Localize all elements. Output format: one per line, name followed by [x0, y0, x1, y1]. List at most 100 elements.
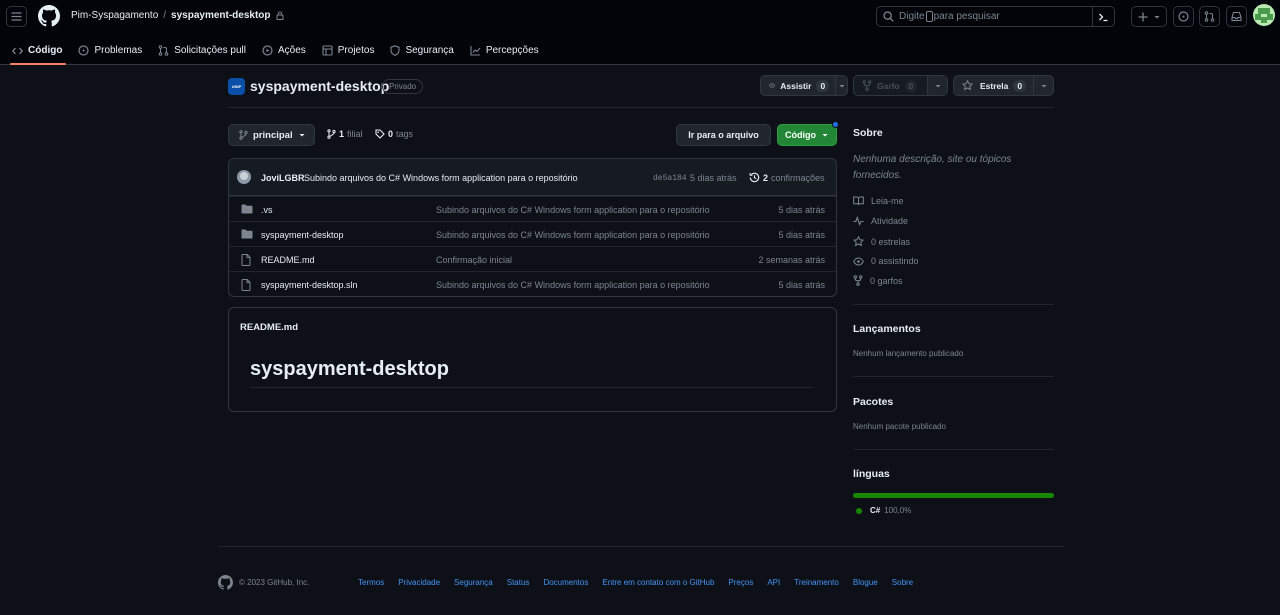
- book-icon: [853, 196, 864, 206]
- go-to-file-button[interactable]: Ir para o arquivo: [676, 124, 771, 146]
- footer-copyright: © 2023 GitHub, Inc.: [239, 578, 310, 587]
- pull-request-icon: [158, 45, 169, 56]
- table-row[interactable]: .vs Subindo arquivos do C# Windows form …: [229, 196, 836, 221]
- commit-count: 2: [763, 172, 769, 183]
- chevron-down-icon: [1154, 15, 1159, 18]
- branch-name: principal: [253, 129, 293, 141]
- tab-actions[interactable]: Ações: [254, 36, 314, 65]
- file-name[interactable]: README.md: [261, 255, 315, 265]
- file-icon: [241, 254, 251, 266]
- watchers-link[interactable]: 0 assistindo: [853, 256, 919, 266]
- file-name[interactable]: syspayment-desktop.sln: [261, 280, 358, 290]
- packages-title[interactable]: Pacotes: [853, 396, 1054, 408]
- commit-count-label: confirmações: [771, 172, 825, 183]
- star-dropdown[interactable]: [1033, 76, 1053, 95]
- activity-link[interactable]: Atividade: [853, 216, 908, 226]
- tab-security[interactable]: Segurança: [382, 36, 461, 65]
- table-row[interactable]: syspayment-desktop Subindo arquivos do C…: [229, 221, 836, 246]
- stars-link[interactable]: 0 estrelas: [853, 236, 910, 247]
- issue-icon: [1178, 11, 1189, 22]
- github-logo[interactable]: [38, 5, 60, 27]
- commit-message[interactable]: Subindo arquivos do C# Windows form appl…: [304, 173, 578, 183]
- watch-dropdown[interactable]: [835, 76, 847, 95]
- create-new-button[interactable]: [1131, 6, 1167, 27]
- footer-link-status[interactable]: Status: [507, 578, 530, 587]
- issues-button[interactable]: [1173, 6, 1194, 27]
- forks-link[interactable]: 0 garfos: [853, 275, 903, 286]
- folder-icon: [241, 204, 253, 214]
- readme-filename[interactable]: README.md: [240, 322, 298, 333]
- footer-link-privacy[interactable]: Privacidade: [398, 578, 440, 587]
- pull-requests-button[interactable]: [1199, 6, 1220, 27]
- footer-link-training[interactable]: Treinamento: [794, 578, 839, 587]
- fork-button[interactable]: Garfo 0: [853, 75, 948, 96]
- watch-count: 0: [816, 79, 830, 92]
- tab-issues[interactable]: Problemas: [70, 36, 150, 65]
- github-mark-icon[interactable]: [218, 575, 233, 590]
- tags-link[interactable]: 0 tags: [375, 129, 413, 139]
- languages-section: línguas: [853, 468, 1054, 480]
- footer-link-docs[interactable]: Documentos: [543, 578, 588, 587]
- history-icon: [749, 172, 760, 183]
- file-name[interactable]: .vs: [261, 205, 273, 215]
- breadcrumb-owner[interactable]: Pim-Syspagamento: [71, 10, 158, 21]
- star-button[interactable]: Estrela 0: [953, 75, 1054, 96]
- footer-link-pricing[interactable]: Preços: [728, 578, 753, 587]
- file-commit-message[interactable]: Subindo arquivos do C# Windows form appl…: [436, 280, 710, 290]
- commit-author[interactable]: JoviLGBR: [261, 173, 305, 183]
- chevron-down-icon: [299, 134, 305, 137]
- github-mark-icon: [38, 5, 60, 27]
- file-name[interactable]: syspayment-desktop: [261, 230, 344, 240]
- footer-link-about[interactable]: Sobre: [892, 578, 913, 587]
- file-commit-message[interactable]: Subindo arquivos do C# Windows form appl…: [436, 230, 710, 240]
- file-commit-message[interactable]: Subindo arquivos do C# Windows form appl…: [436, 205, 710, 215]
- command-palette-button[interactable]: [1092, 6, 1114, 27]
- plus-icon: [1138, 12, 1147, 21]
- tab-projects[interactable]: Projetos: [314, 36, 383, 65]
- repo-owner-avatar: UNIP: [228, 78, 245, 95]
- footer-link-contact[interactable]: Entre em contato com o GitHub: [602, 578, 714, 587]
- footer-link-api[interactable]: API: [767, 578, 780, 587]
- table-row[interactable]: syspayment-desktop.sln Subindo arquivos …: [229, 271, 836, 296]
- fork-dropdown[interactable]: [927, 76, 947, 95]
- branch-selector[interactable]: principal: [228, 124, 315, 146]
- fork-icon: [862, 80, 872, 91]
- footer-link-security[interactable]: Segurança: [454, 578, 493, 587]
- commits-history-link[interactable]: 2 confirmações: [749, 172, 825, 183]
- inbox-button[interactable]: [1226, 6, 1247, 27]
- commit-author-avatar[interactable]: [237, 170, 251, 184]
- readme-heading: syspayment-desktop: [250, 358, 813, 388]
- releases-title[interactable]: Lançamentos: [853, 323, 1054, 335]
- branches-count: 1: [339, 129, 345, 139]
- menu-button[interactable]: [6, 6, 27, 27]
- readme-link-label: Leia-me: [871, 196, 904, 206]
- tab-insights[interactable]: Percepções: [462, 36, 547, 65]
- file-time: 5 dias atrás: [778, 205, 825, 215]
- stars-link-label: 0 estrelas: [871, 236, 911, 247]
- commit-sha[interactable]: de5a184: [653, 174, 687, 183]
- tab-pull-requests[interactable]: Solicitações pull: [150, 36, 254, 65]
- search-input[interactable]: Digite para pesquisar: [876, 6, 1115, 27]
- footer-link-terms[interactable]: Termos: [358, 578, 384, 587]
- breadcrumb-repo[interactable]: syspayment-desktop: [171, 10, 270, 21]
- watch-button[interactable]: Assistir 0: [760, 75, 848, 96]
- repo-title[interactable]: syspayment-desktop: [250, 78, 389, 94]
- repo-header: UNIP syspayment-desktop Privado Assistir…: [228, 75, 1054, 108]
- search-placeholder-start: Digite: [899, 11, 925, 22]
- fork-icon: [853, 275, 863, 286]
- language-color-dot: [856, 507, 862, 514]
- file-time: 5 dias atrás: [778, 230, 825, 240]
- chevron-down-icon: [822, 134, 828, 137]
- notification-dot: [832, 121, 839, 128]
- table-row[interactable]: README.md Confirmação inicial 2 semanas …: [229, 246, 836, 271]
- tab-code[interactable]: Código: [4, 36, 70, 65]
- chevron-down-icon: [935, 84, 940, 87]
- user-avatar[interactable]: [1253, 4, 1275, 26]
- footer-link-blog[interactable]: Blogue: [853, 578, 878, 587]
- readme-link[interactable]: Leia-me: [853, 196, 904, 206]
- code-dropdown-button[interactable]: Código: [777, 124, 837, 146]
- file-commit-message[interactable]: Confirmação inicial: [436, 255, 512, 265]
- language-item-csharp[interactable]: C# 100,0%: [856, 506, 911, 515]
- branches-link[interactable]: 1 filial: [327, 129, 363, 139]
- slash-key-hint: [925, 11, 933, 22]
